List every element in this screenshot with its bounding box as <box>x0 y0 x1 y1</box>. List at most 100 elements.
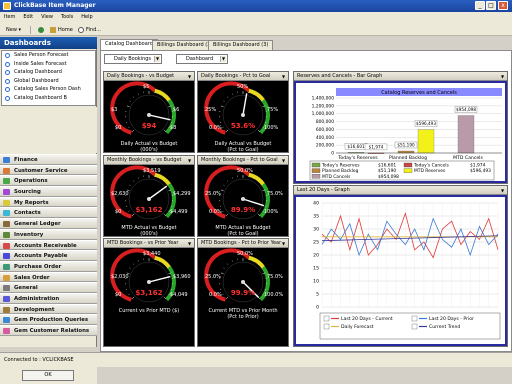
gauge-caption-sub: (000's) <box>140 147 157 152</box>
tab-billings-dashboard-3[interactable]: Billings Dashboard (3) <box>208 40 273 50</box>
ok-button[interactable]: OK <box>22 370 74 381</box>
menu-item[interactable]: Tools <box>57 12 77 22</box>
y-tick-label: 5 <box>316 292 319 298</box>
module-icon <box>3 307 10 313</box>
gauge-value: 89.9% <box>231 206 255 214</box>
gauge-hub <box>241 197 245 201</box>
module-group[interactable]: Sales Order <box>0 272 97 283</box>
gauge-panel-header: Monthly Bookings - Pct to Goal▼ <box>198 156 288 165</box>
menu-item[interactable]: Help <box>77 12 96 22</box>
chevron-down-icon[interactable]: ▼ <box>281 74 286 79</box>
legend-value: $16,601 <box>378 163 396 169</box>
gauge-tick <box>129 294 130 295</box>
gauge-tick <box>226 297 228 299</box>
module-group[interactable]: Accounts Payable <box>0 250 97 261</box>
menu-item[interactable]: View <box>37 12 57 22</box>
module-label: Operations <box>14 178 48 184</box>
maximize-button[interactable]: □ <box>486 1 496 10</box>
minimize-button[interactable]: _ <box>475 1 485 10</box>
legend-checkbox[interactable] <box>324 324 329 329</box>
y-tick-label: 20 <box>313 253 319 259</box>
legend-checkbox[interactable] <box>324 316 329 321</box>
dashboard-list-item[interactable]: Catalog Sales Person Dash <box>2 85 95 94</box>
gauge-tick <box>221 106 224 107</box>
legend-checkbox[interactable] <box>412 316 417 321</box>
chevron-down-icon[interactable]: ▼ <box>500 188 505 193</box>
dashboard-list-item[interactable]: Catalog Dashboard B <box>2 94 95 103</box>
module-group[interactable]: Purchase Order <box>0 261 97 272</box>
module-label: Administration <box>14 296 59 302</box>
module-group[interactable]: General Ledger <box>0 218 97 229</box>
x-tick-label: Planned Backlog <box>389 155 427 161</box>
gauge-panel: MTD Bookings - Pct to Prior Year▼0.0%100… <box>197 238 289 347</box>
item-label: Sales Person Forecast <box>14 52 68 58</box>
legend-checkbox[interactable] <box>412 324 417 329</box>
module-label: Gem Customer Relations <box>14 328 89 334</box>
module-group[interactable]: Inventory <box>0 229 97 240</box>
report-select-value: Daily Bookings <box>114 56 151 62</box>
view-select[interactable]: Dashboard▼ <box>176 54 228 64</box>
dashboard-icon <box>5 87 10 92</box>
module-group[interactable]: Sourcing <box>0 186 97 197</box>
y-tick-label: 1,000,000 <box>312 111 335 117</box>
gauge-tick <box>133 97 134 98</box>
module-group[interactable]: Accounts Receivable <box>0 240 97 251</box>
gauge-panel-header: Daily Bookings - Pct to Goal▼ <box>198 72 288 81</box>
chevron-down-icon[interactable]: ▼ <box>281 241 286 246</box>
module-group[interactable]: Customer Service <box>0 165 97 176</box>
gauge-needle <box>243 199 264 206</box>
dashboard-list-item[interactable]: Inside Sales Forecast <box>2 60 95 69</box>
gauge-tick-label: $5 <box>143 84 149 90</box>
legend-label: Daily Forecast <box>341 324 374 330</box>
close-button[interactable]: x <box>498 1 508 10</box>
dashboard-list-item[interactable]: Catalog Dashboard <box>2 68 95 77</box>
chevron-down-icon[interactable]: ▼ <box>500 74 505 79</box>
gauge-panel: Daily Bookings - Pct to Goal▼0.0%100%25%… <box>197 71 289 153</box>
gauge: 0.0%100%25.0%50.0%75.0%89.9%MTD Actual v… <box>198 165 288 236</box>
gauge-tick <box>221 273 224 274</box>
sidebar-spacer <box>0 107 97 153</box>
module-label: Finance <box>14 157 38 163</box>
tab-catalog-dashboard[interactable]: Catalog Dashboard <box>100 39 158 50</box>
module-group[interactable]: Operations <box>0 175 97 186</box>
legend-swatch <box>312 174 320 178</box>
sidebar-footer: OK <box>0 366 97 384</box>
separator <box>26 24 34 34</box>
module-group[interactable]: General <box>0 282 97 293</box>
module-icon <box>3 232 10 238</box>
gauge-tick-label: 50.0% <box>237 168 253 174</box>
module-group[interactable]: Gem Customer Relations <box>0 325 97 336</box>
chevron-down-icon[interactable]: ▼ <box>281 158 286 163</box>
dashboard-controls: Daily Bookings▼ Dashboard▼ <box>104 54 304 66</box>
home-button[interactable]: Home <box>46 24 77 34</box>
module-group[interactable]: Administration <box>0 293 97 304</box>
module-group[interactable]: Development <box>0 304 97 315</box>
gauge-max-label: 100.0% <box>264 292 283 298</box>
report-select[interactable]: Daily Bookings▼ <box>104 54 162 64</box>
new-button[interactable]: New ▾ <box>2 24 25 34</box>
module-icon <box>3 168 10 174</box>
menu-item[interactable]: Edit <box>19 12 37 22</box>
dashboard-list-item[interactable]: Sales Person Forecast <box>2 51 95 60</box>
dashboard-list-item[interactable]: Global Dashboard <box>2 77 95 86</box>
chevron-down-icon[interactable]: ▼ <box>187 74 192 79</box>
module-group[interactable]: Finance <box>0 154 97 165</box>
menu-item[interactable]: Item <box>0 12 19 22</box>
bar <box>418 130 434 153</box>
legend-label: Today's Reserves <box>321 163 360 169</box>
gauge-tick-label: $2,630 <box>111 191 129 197</box>
gauge-hub <box>241 280 245 284</box>
chevron-down-icon[interactable]: ▼ <box>187 241 192 246</box>
module-icon <box>3 210 10 216</box>
module-icon <box>3 296 10 302</box>
module-group[interactable]: Gem Production Queries <box>0 314 97 325</box>
module-group[interactable]: Contacts <box>0 207 97 218</box>
chart-title: Catalog Reserves and Cancels <box>381 90 457 96</box>
module-label: General <box>14 285 38 291</box>
chevron-down-icon[interactable]: ▼ <box>187 158 192 163</box>
x-tick-label: Today's Reserves <box>337 155 378 161</box>
gauge-band <box>249 258 263 268</box>
find-button[interactable]: Find... <box>74 24 105 34</box>
module-icon <box>3 253 10 259</box>
module-group[interactable]: My Reports <box>0 197 97 208</box>
